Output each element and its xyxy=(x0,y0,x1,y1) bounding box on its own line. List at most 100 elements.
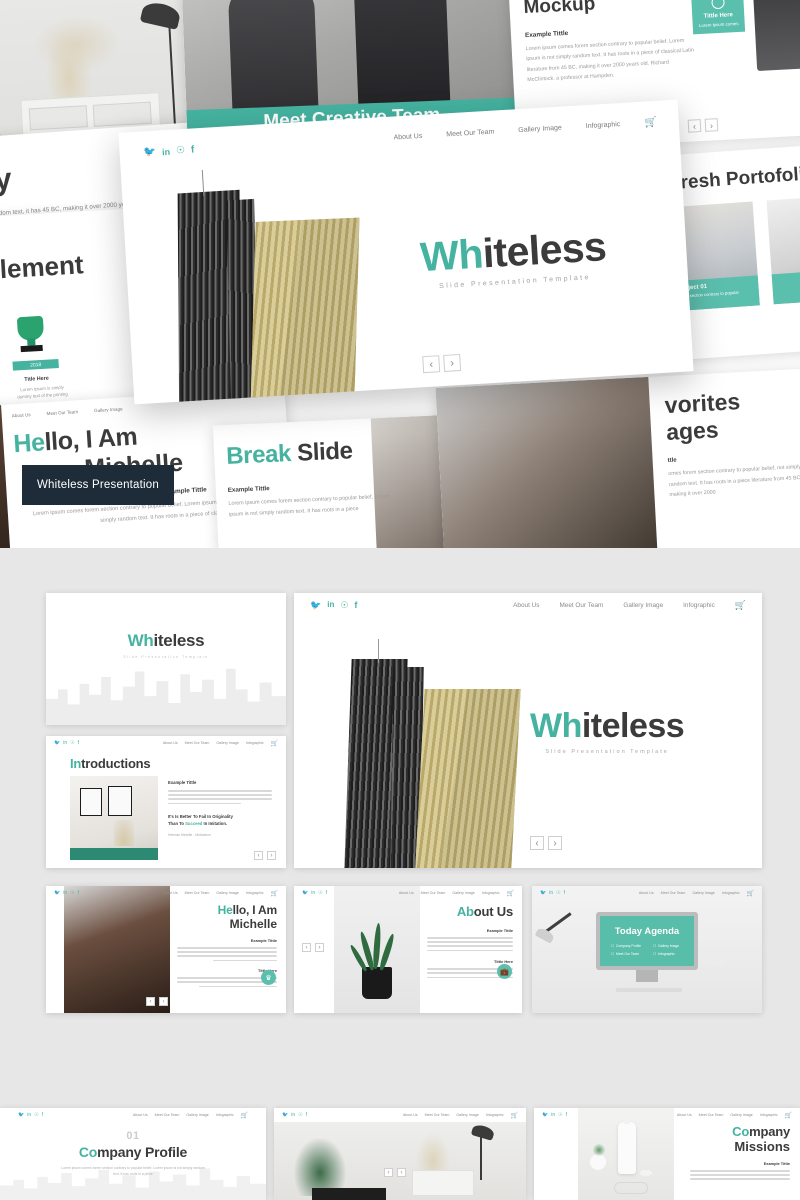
next-arrow[interactable]: › xyxy=(397,1168,406,1177)
nav-infographic[interactable]: Infographic xyxy=(246,891,264,895)
nav-links[interactable]: About Us Meet Our Team Gallery Image Inf… xyxy=(403,1112,518,1119)
whatsapp-icon[interactable]: ☉ xyxy=(556,890,560,896)
nav-infographic[interactable]: Infographic xyxy=(486,1113,504,1117)
nav-gallery-image[interactable]: Gallery Image xyxy=(216,891,238,895)
gallery-slide-introductions[interactable]: 🐦 in ☉ f About Us Meet Our Team Gallery … xyxy=(46,736,286,868)
nav-gallery-image[interactable]: Gallery Image xyxy=(623,602,663,609)
facebook-icon[interactable]: f xyxy=(191,144,195,155)
facebook-icon[interactable]: f xyxy=(354,600,357,611)
nav-meet-our-team[interactable]: Meet Our Team xyxy=(699,1113,724,1117)
gallery-slide-company-missions[interactable]: 🐦 in ☉ f About Us Meet Our Team Gallery … xyxy=(534,1108,800,1200)
prev-arrow[interactable]: ‹ xyxy=(146,997,155,1006)
nav-about-us[interactable]: About Us xyxy=(133,1113,148,1117)
whatsapp-icon[interactable]: ☉ xyxy=(558,1112,562,1118)
shopping-cart-icon[interactable]: 🛒 xyxy=(271,890,278,897)
shopping-cart-icon[interactable]: 🛒 xyxy=(785,1112,792,1119)
facebook-icon[interactable]: f xyxy=(326,890,327,896)
social-links[interactable]: 🐦 in ☉ f xyxy=(54,740,79,746)
slide-nav[interactable]: 🐦 in ☉ f About Us Meet Our Team Gallery … xyxy=(46,886,286,900)
twitter-icon[interactable]: 🐦 xyxy=(143,147,156,159)
shopping-cart-icon[interactable]: 🛒 xyxy=(507,890,514,897)
nav-about-us[interactable]: About Us xyxy=(163,891,178,895)
twitter-icon[interactable]: 🐦 xyxy=(282,1112,288,1118)
next-arrow[interactable]: › xyxy=(548,836,562,850)
linkedin-icon[interactable]: in xyxy=(549,890,553,896)
nav-links[interactable]: About Us Meet Our Team Gallery Image Inf… xyxy=(133,1112,248,1119)
slide-arrows[interactable]: ‹ › xyxy=(687,118,719,133)
slide-arrows[interactable]: ‹ › xyxy=(530,836,562,850)
slide-nav[interactable]: 🐦 in ☉ f About Us Meet Our Team Gallery … xyxy=(294,593,762,617)
twitter-icon[interactable]: 🐦 xyxy=(54,740,60,746)
nav-gallery-image[interactable]: Gallery Image xyxy=(456,1113,478,1117)
facebook-icon[interactable]: f xyxy=(564,890,565,896)
gallery-slide-today-agenda[interactable]: Today Agenda ☐ Company Profile ☐ Gallery I… xyxy=(532,886,762,1013)
next-arrow[interactable]: › xyxy=(315,943,324,952)
nav-links[interactable]: About Us Meet Our Team Gallery Image Inf… xyxy=(513,600,746,611)
whatsapp-icon[interactable]: ☉ xyxy=(176,145,186,157)
linkedin-icon[interactable]: in xyxy=(27,1112,31,1118)
nav-about-us[interactable]: About Us xyxy=(639,891,654,895)
shopping-cart-icon[interactable]: 🛒 xyxy=(747,890,754,897)
social-links[interactable]: 🐦 in ☉ f xyxy=(18,1112,43,1118)
social-links[interactable]: 🐦 in ☉ f xyxy=(542,1112,567,1118)
whatsapp-icon[interactable]: ☉ xyxy=(340,600,348,611)
nav-meet-our-team[interactable]: Meet Our Team xyxy=(446,129,494,139)
shopping-cart-icon[interactable]: 🛒 xyxy=(511,1112,518,1119)
prev-arrow[interactable]: ‹ xyxy=(254,851,263,860)
nav-links[interactable]: About Us Meet Our Team Gallery Image Inf… xyxy=(399,890,514,897)
social-links[interactable]: 🐦 in ☉ f xyxy=(540,890,565,896)
nav-gallery-image[interactable]: Gallery Image xyxy=(692,891,714,895)
twitter-icon[interactable]: 🐦 xyxy=(302,890,308,896)
linkedin-icon[interactable]: in xyxy=(311,890,315,896)
nav-infographic[interactable]: Infographic xyxy=(760,1113,778,1117)
slide-arrows[interactable]: ‹ › xyxy=(422,353,462,374)
social-links[interactable]: 🐦 in ☉ f xyxy=(54,890,79,896)
nav-about-us[interactable]: About Us xyxy=(403,1113,418,1117)
nav-infographic[interactable]: Infographic xyxy=(722,891,740,895)
next-arrow[interactable]: › xyxy=(267,851,276,860)
nav-meet-our-team[interactable]: Meet Our Team xyxy=(421,891,446,895)
linkedin-icon[interactable]: in xyxy=(291,1112,295,1118)
slide-arrows[interactable]: ‹ › xyxy=(384,1168,406,1177)
whatsapp-icon[interactable]: ☉ xyxy=(70,890,74,896)
shopping-cart-icon[interactable]: 🛒 xyxy=(271,740,278,747)
shopping-cart-icon[interactable]: 🛒 xyxy=(735,600,746,611)
slide-arrows[interactable]: ‹ › xyxy=(254,851,276,860)
gallery-slide-company-profile[interactable]: 🐦 in ☉ f About Us Meet Our Team Gallery … xyxy=(0,1108,266,1200)
social-links[interactable]: 🐦 in ☉ f xyxy=(310,600,357,611)
social-links[interactable]: 🐦 in ☉ f xyxy=(282,1112,307,1118)
slide-nav[interactable]: 🐦 in ☉ f About Us Meet Our Team Gallery … xyxy=(534,1108,800,1122)
nav-about-us[interactable]: About Us xyxy=(12,412,31,418)
gallery-slide-interior-room[interactable]: 🐦 in ☉ f About Us Meet Our Team Gallery … xyxy=(274,1108,526,1200)
nav-gallery-image[interactable]: Gallery Image xyxy=(730,1113,752,1117)
prev-arrow[interactable]: ‹ xyxy=(422,355,441,374)
slide-arrows[interactable]: ‹ › xyxy=(146,997,168,1006)
whatsapp-icon[interactable]: ☉ xyxy=(34,1112,38,1118)
linkedin-icon[interactable]: in xyxy=(327,600,334,611)
twitter-icon[interactable]: 🐦 xyxy=(18,1112,24,1118)
nav-infographic[interactable]: Infographic xyxy=(683,602,715,609)
gallery-slide-about-us[interactable]: 🐦 in ☉ f About Us Meet Our Team Gallery … xyxy=(294,886,522,1013)
nav-meet-our-team[interactable]: Meet Our Team xyxy=(661,891,686,895)
twitter-icon[interactable]: 🐦 xyxy=(310,600,321,611)
nav-gallery-image[interactable]: Gallery Image xyxy=(452,891,474,895)
facebook-icon[interactable]: f xyxy=(306,1112,307,1118)
nav-infographic[interactable]: Infographic xyxy=(246,741,264,745)
slide-favorites-images-hero[interactable]: vorites ages ttle omes forem section con… xyxy=(435,368,800,548)
nav-about-us[interactable]: About Us xyxy=(163,741,178,745)
prev-arrow[interactable]: ‹ xyxy=(530,836,544,850)
twitter-icon[interactable]: 🐦 xyxy=(540,890,546,896)
slide-nav[interactable]: About Us Meet Our Team Gallery Image xyxy=(12,406,123,418)
gallery-slide-hero-whiteless[interactable]: 🐦 in ☉ f About Us Meet Our Team Gallery … xyxy=(294,593,762,868)
nav-links[interactable]: About Us Meet Our Team Gallery Image Inf… xyxy=(677,1112,792,1119)
nav-meet-our-team[interactable]: Meet Our Team xyxy=(185,741,210,745)
slide-nav[interactable]: 🐦 in ☉ f About Us Meet Our Team Gallery … xyxy=(46,736,286,750)
social-links[interactable]: 🐦 in ☉ f xyxy=(143,144,194,158)
nav-meet-our-team[interactable]: Meet Our Team xyxy=(185,891,210,895)
slide-nav[interactable]: 🐦 in ☉ f About Us Meet Our Team Gallery … xyxy=(294,886,522,900)
prev-arrow[interactable]: ‹ xyxy=(384,1168,393,1177)
shopping-cart-icon[interactable]: 🛒 xyxy=(241,1112,248,1119)
nav-meet-our-team[interactable]: Meet Our Team xyxy=(155,1113,180,1117)
linkedin-icon[interactable]: in xyxy=(63,740,67,746)
nav-gallery-image[interactable]: Gallery Image xyxy=(518,125,562,135)
